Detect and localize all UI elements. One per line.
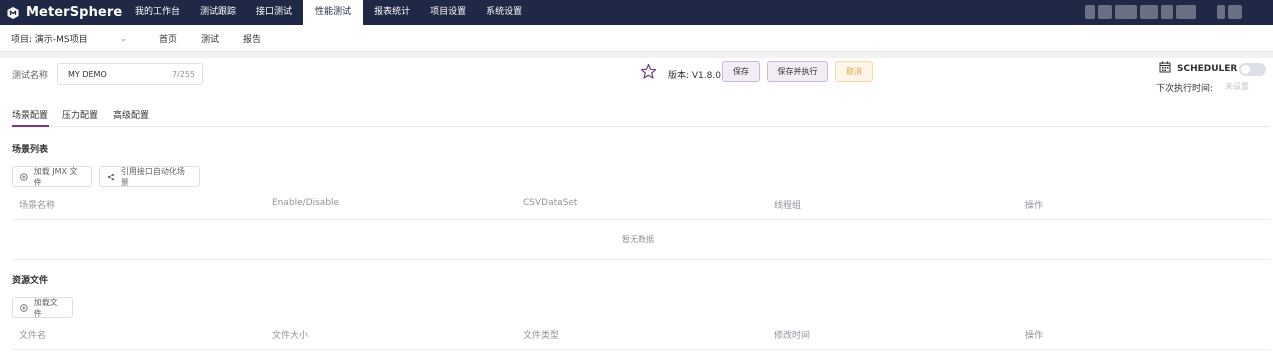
toggle-knob [1241, 65, 1250, 74]
column-header: 文件类型 [523, 331, 560, 341]
column-header: Enable/Disable [272, 198, 340, 208]
next-run-value: 未设置 [1225, 82, 1249, 91]
tab-scenario-config[interactable]: 场景配置 [12, 108, 48, 121]
logo[interactable]: MeterSphere [0, 0, 126, 25]
main-panel: 测试名称 MY DEMO 7/255 版本: V1.8.0 保存 保存并执行 取… [0, 58, 1273, 357]
blurred-user-info [1161, 5, 1173, 19]
scenario-list-title: 场景列表 [12, 145, 49, 155]
nav-item-workbench[interactable]: 我的工作台 [126, 0, 189, 25]
test-name-char-count: 7/255 [171, 69, 195, 79]
user-menu[interactable] [1085, 5, 1242, 19]
empty-table-text: 暂无数据 [622, 235, 654, 244]
sub-nav-report[interactable]: 报告 [243, 32, 261, 45]
column-header: 操作 [1025, 201, 1044, 211]
blurred-user-info [1098, 5, 1112, 19]
blurred-user-info [1140, 5, 1158, 19]
tab-advanced-config[interactable]: 高级配置 [113, 108, 149, 121]
resource-files-title: 资源文件 [12, 276, 49, 286]
calendar-icon [1159, 61, 1171, 73]
test-name-input[interactable]: MY DEMO 7/255 [57, 63, 203, 85]
share-icon [107, 173, 115, 180]
logo-text: MeterSphere [26, 5, 123, 20]
column-header: 操作 [1025, 331, 1044, 341]
nav-item-test-track[interactable]: 测试跟踪 [191, 0, 245, 25]
test-name-label: 测试名称 [12, 71, 49, 81]
load-jmx-button[interactable]: 加载 JMX 文件 [12, 166, 92, 187]
column-header: 文件名 [19, 331, 47, 341]
tab-pressure-config[interactable]: 压力配置 [62, 108, 98, 121]
star-icon[interactable] [640, 63, 657, 80]
top-nav: MeterSphere 我的工作台 测试跟踪 接口测试 性能测试 报表统计 项目… [0, 0, 1273, 25]
blurred-user-info [1115, 5, 1137, 19]
sub-nav: 项目: 演示-MS项目 ⌄ 首页 测试 报告 [0, 25, 1273, 52]
nav-item-api-test[interactable]: 接口测试 [247, 0, 301, 25]
blurred-user-info [1228, 5, 1242, 19]
version-label: 版本: V1.8.0 [668, 71, 721, 81]
metersphere-logo-icon [7, 6, 19, 19]
next-run-label: 下次执行时间: [1156, 84, 1214, 94]
blurred-user-info [1217, 5, 1225, 19]
table-bottom-divider [12, 259, 1270, 260]
load-jmx-label: 加载 JMX 文件 [33, 166, 78, 187]
tabs-underline [12, 126, 1270, 127]
reference-api-scenario-button[interactable]: 引用接口自动化场景 [99, 166, 200, 187]
column-header: 线程组 [774, 201, 802, 211]
active-tab-indicator [12, 125, 49, 127]
plus-circle-icon [20, 303, 28, 312]
chevron-down-icon[interactable]: ⌄ [120, 34, 148, 43]
test-name-value: MY DEMO [68, 69, 107, 79]
sub-nav-test[interactable]: 测试 [201, 32, 219, 45]
blurred-user-info [1176, 5, 1196, 19]
sub-nav-home[interactable]: 首页 [159, 32, 177, 45]
column-header: CSVDataSet [523, 198, 578, 208]
save-and-run-button[interactable]: 保存并执行 [767, 61, 828, 82]
save-button[interactable]: 保存 [722, 61, 760, 82]
table-header-divider [12, 219, 1270, 220]
scheduler-label[interactable]: SCHEDULER [1177, 64, 1237, 74]
nav-item-system-settings[interactable]: 系统设置 [477, 0, 531, 25]
plus-circle-icon [20, 172, 28, 181]
config-tabs: 场景配置 压力配置 高级配置 [0, 102, 1273, 127]
column-header: 文件大小 [272, 331, 309, 341]
blurred-user-info [1085, 5, 1095, 19]
load-file-label: 加载文件 [33, 297, 58, 318]
column-header: 修改时间 [774, 331, 811, 341]
reference-api-scenario-label: 引用接口自动化场景 [120, 166, 185, 187]
scheduler-toggle[interactable] [1239, 63, 1266, 76]
load-file-button[interactable]: 加载文件 [12, 297, 73, 318]
nav-item-report-stats[interactable]: 报表统计 [365, 0, 419, 25]
table-header-divider [12, 349, 1270, 350]
nav-item-performance-test[interactable]: 性能测试 [303, 0, 364, 25]
column-header: 场景名称 [19, 201, 56, 211]
cancel-button[interactable]: 取消 [835, 61, 873, 82]
project-selector[interactable]: 项目: 演示-MS项目 [0, 32, 110, 45]
nav-item-project-settings[interactable]: 项目设置 [421, 0, 475, 25]
